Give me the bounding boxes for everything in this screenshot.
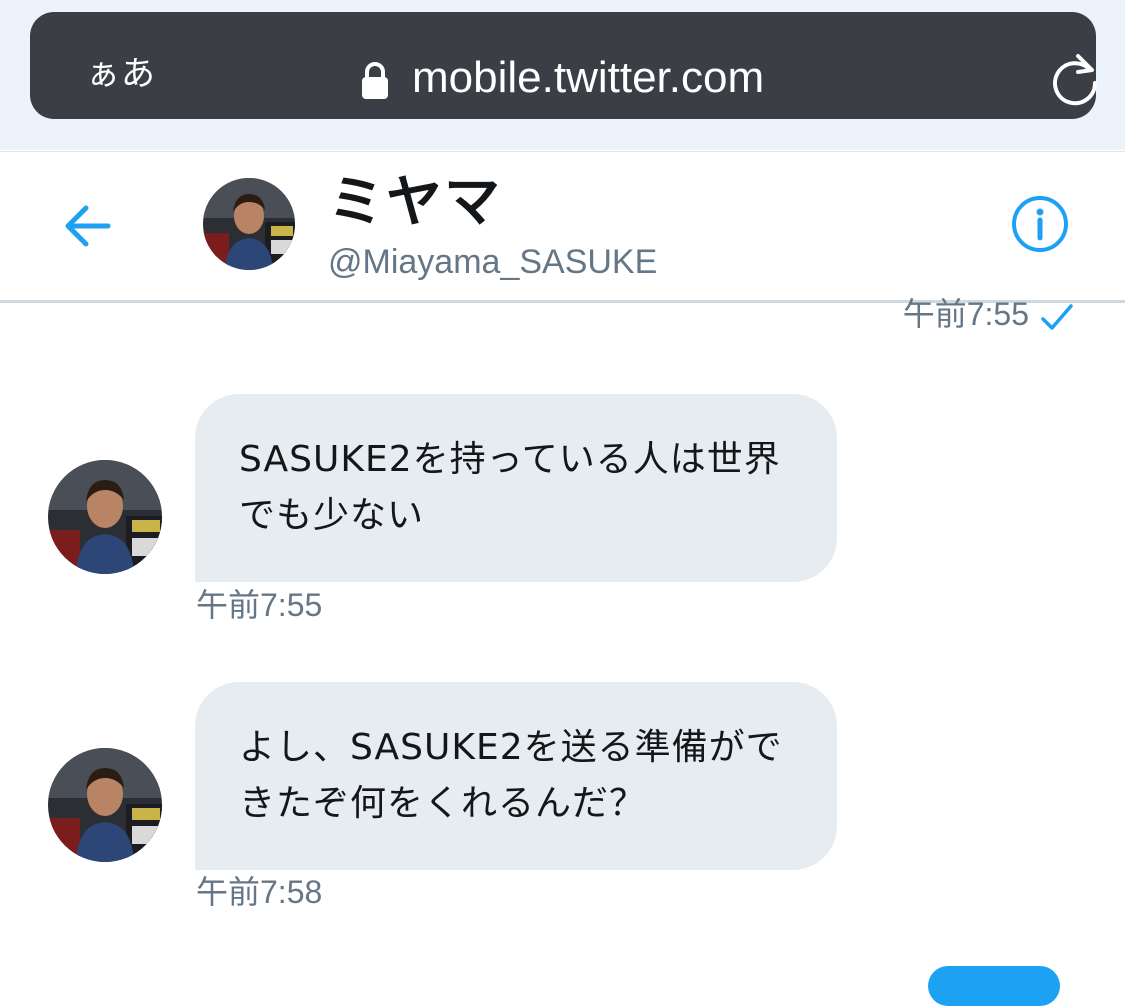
- conversation-handle: @Miayama_SASUKE: [328, 243, 658, 281]
- message-bubble: SASUKE2を持っている人は世界でも少ない: [195, 394, 837, 582]
- avatar[interactable]: [203, 178, 295, 270]
- browser-toolbar: ぁあ mobile.twitter.com: [0, 0, 1125, 150]
- text-size-button[interactable]: ぁあ: [86, 54, 156, 94]
- lock-icon: [362, 62, 388, 99]
- sender-avatar[interactable]: [48, 748, 162, 862]
- message-text: SASUKE2を持っている人は世界でも少ない: [239, 439, 781, 536]
- reload-icon[interactable]: [1048, 50, 1102, 106]
- check-icon: [1041, 304, 1073, 330]
- message-time: 午前7:58: [196, 874, 323, 910]
- address-bar[interactable]: ぁあ mobile.twitter.com: [30, 12, 1098, 119]
- message-text: よし、SASUKE2を送る準備ができたぞ何をくれるんだ？: [239, 727, 783, 824]
- info-icon[interactable]: [1010, 194, 1070, 254]
- sender-avatar[interactable]: [48, 460, 162, 574]
- message-time: 午前7:55: [196, 587, 323, 623]
- conversation-display-name: ミヤマ: [328, 170, 502, 235]
- sent-message-bubble: [928, 966, 1060, 1006]
- conversation-header: ミヤマ @Miayama_SASUKE: [0, 151, 1125, 303]
- message-bubble: よし、SASUKE2を送る準備ができたぞ何をくれるんだ？: [195, 682, 837, 870]
- url-text[interactable]: mobile.twitter.com: [412, 50, 764, 106]
- sent-message-time: 午前7:55: [902, 296, 1029, 332]
- back-arrow-icon[interactable]: [62, 204, 112, 248]
